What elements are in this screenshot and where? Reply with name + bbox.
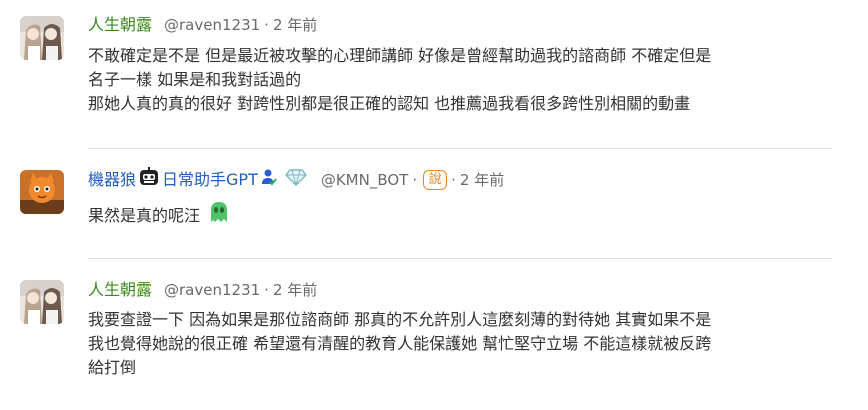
- author-name[interactable]: 人生朝露: [88, 278, 152, 302]
- comment-line: 名子一樣 如果是和我對話過的: [88, 70, 302, 89]
- author-handle[interactable]: @KMN_BOT: [321, 168, 409, 192]
- comment-text: 不敢確定是不是 但是最近被攻擊的心理師講師 好像是曾經幫助過我的諮商師 不確定但…: [88, 44, 828, 116]
- comment-line: 果然是真的呢汪: [88, 205, 201, 225]
- author-name[interactable]: 人生朝露: [88, 13, 152, 37]
- comment-line: 我要查證一下 因為如果是那位諮商師 那真的不允許別人這麼刻薄的對待她 其實如果不…: [88, 310, 712, 329]
- author-handle[interactable]: @raven1231: [164, 13, 260, 37]
- timestamp[interactable]: 2 年前: [273, 278, 317, 302]
- user-verified-icon: [261, 168, 277, 193]
- author-name-part1[interactable]: 機器狼: [88, 168, 136, 192]
- comment-header: 機器狼 日常助手GPT @KMN_BOT · 說 · 2 年前: [88, 166, 504, 195]
- author-handle[interactable]: @raven1231: [164, 278, 260, 302]
- comment-line: 給打倒: [88, 358, 137, 377]
- comment-divider: [88, 148, 832, 149]
- meta-separator: ·: [412, 171, 418, 189]
- comment-divider: [88, 258, 832, 259]
- comment-header: 人生朝露 @raven1231 · 2 年前: [88, 13, 317, 37]
- author-name-part2[interactable]: 日常助手GPT: [162, 168, 258, 192]
- speak-badge: 說: [423, 170, 448, 190]
- anime-girls-avatar-icon: [20, 280, 64, 324]
- comment-text: 果然是真的呢汪: [88, 200, 828, 231]
- meta-separator: ·: [264, 16, 269, 34]
- user-avatar[interactable]: [20, 280, 64, 324]
- anime-girls-avatar-icon: [20, 16, 64, 60]
- comment-line: 那她人真的真的很好 對跨性別都是很正確的認知 也推薦過我看很多跨性別相關的動畫: [88, 94, 691, 113]
- meta-separator: ·: [451, 171, 456, 189]
- comment-header: 人生朝露 @raven1231 · 2 年前: [88, 278, 317, 302]
- orange-cat-avatar-icon: [20, 170, 64, 214]
- timestamp[interactable]: 2 年前: [273, 13, 317, 37]
- comment-text: 我要查證一下 因為如果是那位諮商師 那真的不允許別人這麼刻薄的對待她 其實如果不…: [88, 308, 828, 380]
- robot-face-icon: [138, 166, 160, 195]
- comment-line: 我也覺得她說的很正確 希望還有清醒的教育人能保護她 幫忙堅守立場 不能這樣就被反…: [88, 334, 712, 353]
- diamond-icon: [284, 168, 307, 193]
- timestamp[interactable]: 2 年前: [460, 168, 504, 192]
- meta-separator: ·: [264, 281, 269, 299]
- user-avatar[interactable]: [20, 170, 64, 214]
- green-ghost-emoji-icon: [208, 200, 230, 231]
- user-avatar[interactable]: [20, 16, 64, 60]
- comment-line: 不敢確定是不是 但是最近被攻擊的心理師講師 好像是曾經幫助過我的諮商師 不確定但…: [88, 46, 712, 65]
